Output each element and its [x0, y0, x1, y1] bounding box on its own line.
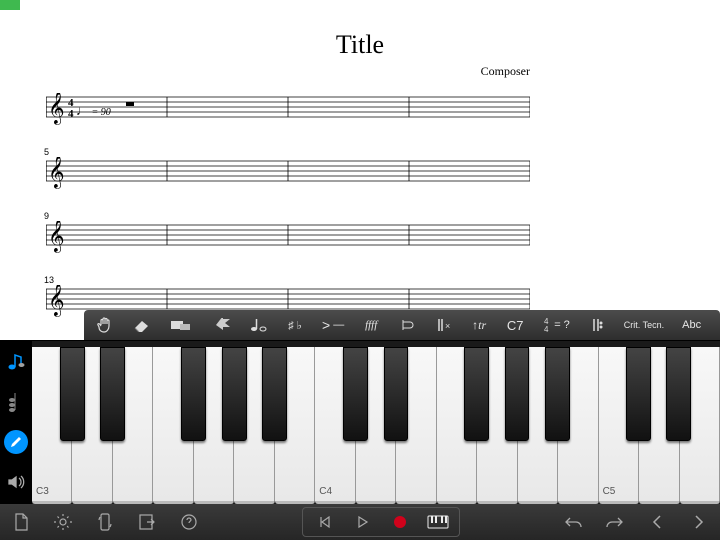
chord-symbol-tool[interactable]: C7 — [506, 310, 524, 340]
record-button[interactable] — [389, 511, 411, 533]
key-label: C5 — [603, 486, 616, 497]
key-label: C3 — [36, 486, 49, 497]
hand-tool[interactable] — [96, 310, 114, 340]
svg-text:𝄞: 𝄞 — [48, 157, 65, 189]
black-key[interactable] — [262, 347, 287, 441]
black-key[interactable] — [545, 347, 570, 441]
transport-controls — [302, 507, 460, 537]
redo-button[interactable] — [604, 511, 626, 533]
black-key[interactable] — [60, 347, 85, 441]
sound-toggle[interactable] — [4, 470, 28, 494]
note-duration-picker[interactable] — [250, 310, 268, 340]
note-entry-toolbar: ♯ ♭ >— ffff × ↑tr C7 44 = ? Crit. Tecn. … — [84, 310, 720, 340]
barline-tool[interactable]: × — [434, 310, 452, 340]
piano-keyboard[interactable]: C3 C4 C5 — [32, 340, 720, 504]
lyrics-tool[interactable]: Abc — [682, 310, 701, 340]
svg-text:𝄞: 𝄞 — [48, 221, 65, 253]
black-key[interactable] — [343, 347, 368, 441]
chord-input-mode[interactable] — [4, 390, 28, 414]
undo-button[interactable] — [562, 511, 584, 533]
black-key[interactable] — [666, 347, 691, 441]
help-button[interactable] — [178, 511, 200, 533]
next-page-button[interactable] — [688, 511, 710, 533]
dynamics-picker[interactable]: ffff — [362, 310, 380, 340]
technique-text-tool[interactable]: Crit. Tecn. — [624, 310, 664, 340]
repeat-barline-tool[interactable] — [588, 310, 606, 340]
key-label: C4 — [319, 486, 332, 497]
note-input-mode[interactable] — [4, 350, 28, 374]
record-icon — [394, 516, 406, 528]
measure-number: 5 — [44, 147, 49, 157]
bottom-toolbar — [0, 504, 720, 540]
status-indicator — [0, 0, 20, 10]
black-key[interactable] — [100, 347, 125, 441]
black-key[interactable] — [626, 347, 651, 441]
staff-row[interactable]: 𝄞44 — [46, 93, 530, 129]
score-title[interactable]: Title — [0, 30, 720, 60]
play-button[interactable] — [351, 511, 373, 533]
black-key[interactable] — [384, 347, 409, 441]
black-key[interactable] — [222, 347, 247, 441]
clef-tool[interactable] — [398, 310, 416, 340]
selection-tool[interactable] — [170, 310, 196, 340]
eraser-tool[interactable] — [132, 310, 152, 340]
measure-number: 9 — [44, 211, 49, 221]
input-mode-rail — [0, 340, 32, 504]
articulation-accent[interactable]: >— — [322, 310, 344, 340]
black-key[interactable] — [181, 347, 206, 441]
rewind-button[interactable] — [313, 511, 335, 533]
score-composer[interactable]: Composer — [0, 64, 720, 79]
svg-text:×: × — [445, 321, 450, 331]
svg-text:4: 4 — [544, 325, 549, 333]
staff-row[interactable]: 5𝄞 — [46, 157, 530, 193]
black-key[interactable] — [505, 347, 530, 441]
black-key[interactable] — [464, 347, 489, 441]
svg-text:𝄞: 𝄞 — [48, 285, 65, 317]
accidentals-picker[interactable]: ♯ ♭ — [286, 310, 304, 340]
rotate-device-button[interactable] — [94, 511, 116, 533]
settings-button[interactable] — [52, 511, 74, 533]
export-button[interactable] — [136, 511, 158, 533]
new-document-button[interactable] — [10, 511, 32, 533]
svg-text:𝄞: 𝄞 — [48, 93, 65, 125]
ornaments-picker[interactable]: ↑tr — [470, 310, 488, 340]
time-signature-tool[interactable]: 44 = ? — [542, 310, 570, 340]
measure-number: 13 — [44, 275, 54, 285]
keyboard-toggle-button[interactable] — [427, 511, 449, 533]
swap-tool[interactable] — [214, 310, 232, 340]
pencil-mode[interactable] — [4, 430, 28, 454]
prev-page-button[interactable] — [646, 511, 668, 533]
staff-row[interactable]: 9𝄞 — [46, 221, 530, 257]
svg-text:4: 4 — [68, 108, 74, 120]
